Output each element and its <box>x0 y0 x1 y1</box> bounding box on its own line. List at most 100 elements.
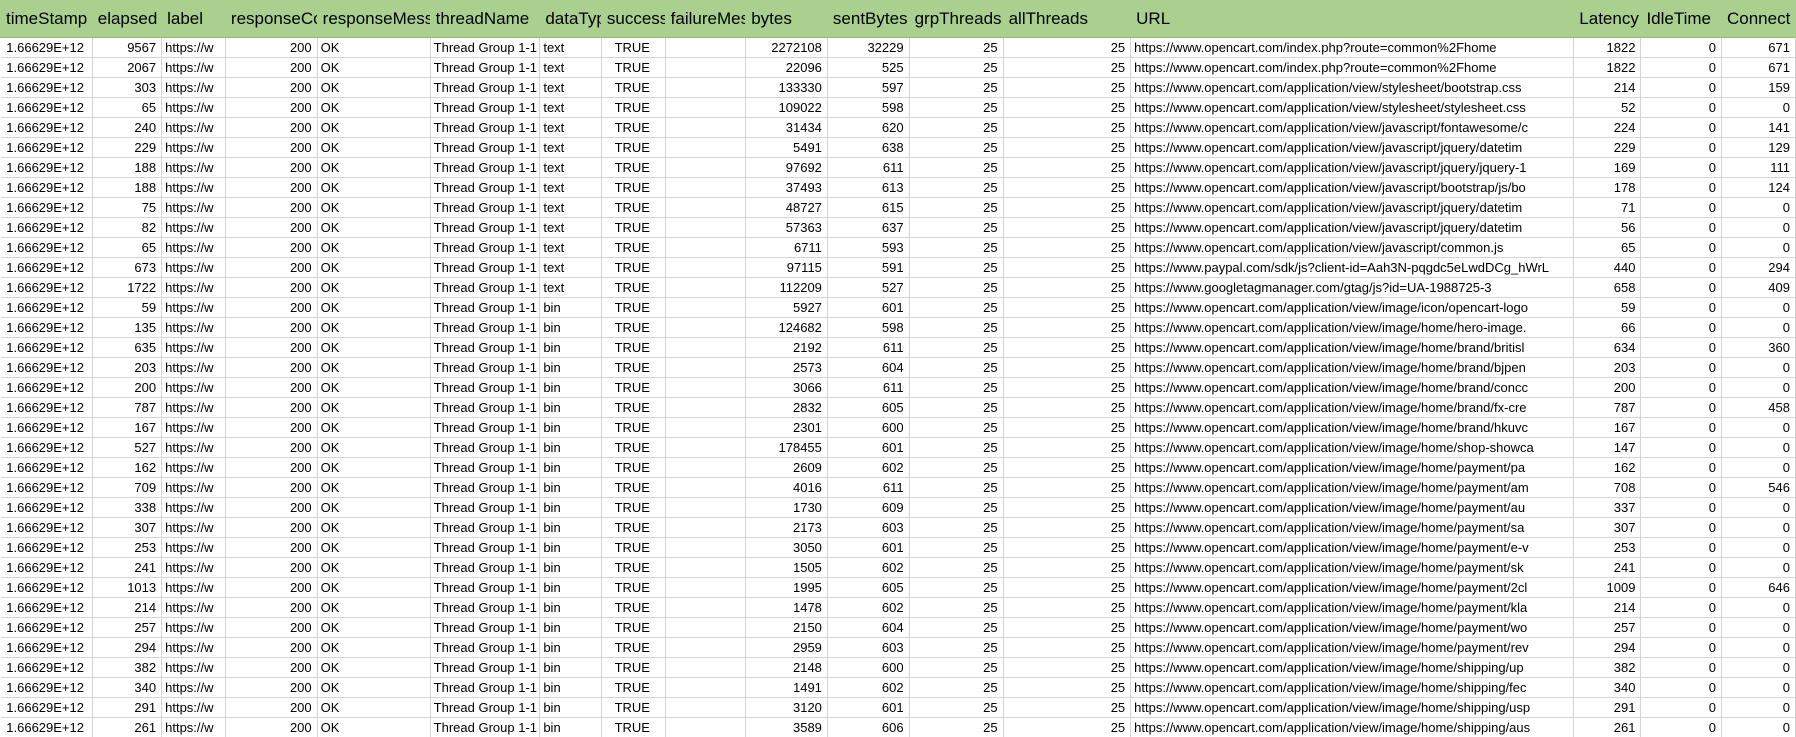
cell-grpthreads[interactable]: 25 <box>909 37 1004 58</box>
cell-datatype[interactable]: bin <box>539 317 602 338</box>
cell-latency[interactable]: 1822 <box>1573 57 1642 78</box>
cell-sentbytes[interactable]: 611 <box>827 337 910 358</box>
cell-bytes[interactable]: 2832 <box>745 397 828 418</box>
cell-responsecode[interactable]: 200 <box>225 117 318 138</box>
cell-bytes[interactable]: 2272108 <box>745 37 828 58</box>
cell-threadname[interactable]: Thread Group 1-1 <box>430 517 541 538</box>
cell-latency[interactable]: 787 <box>1573 397 1642 418</box>
cell-idletime[interactable]: 0 <box>1640 537 1722 558</box>
cell-failuremessage[interactable] <box>665 57 747 78</box>
cell-bytes[interactable]: 1730 <box>745 497 828 518</box>
cell-grpthreads[interactable]: 25 <box>909 177 1004 198</box>
cell-label[interactable]: https://w <box>161 457 226 478</box>
cell-allthreads[interactable]: 25 <box>1003 517 1132 538</box>
cell-threadname[interactable]: Thread Group 1-1 <box>430 457 541 478</box>
cell-idletime[interactable]: 0 <box>1640 37 1722 58</box>
column-header-responsemessage[interactable]: responseMess <box>316 0 431 38</box>
cell-connect[interactable]: 159 <box>1721 77 1796 98</box>
cell-allthreads[interactable]: 25 <box>1003 77 1132 98</box>
cell-grpthreads[interactable]: 25 <box>909 197 1004 218</box>
cell-idletime[interactable]: 0 <box>1640 617 1722 638</box>
cell-threadname[interactable]: Thread Group 1-1 <box>430 337 541 358</box>
cell-sentbytes[interactable]: 598 <box>827 317 910 338</box>
cell-datatype[interactable]: text <box>539 157 602 178</box>
cell-elapsed[interactable]: 673 <box>92 257 163 278</box>
cell-timestamp[interactable]: 1.66629E+12 <box>0 237 93 258</box>
cell-url[interactable]: https://www.opencart.com/application/vie… <box>1130 397 1575 418</box>
cell-idletime[interactable]: 0 <box>1640 297 1722 318</box>
cell-datatype[interactable]: bin <box>539 397 602 418</box>
cell-bytes[interactable]: 2148 <box>745 657 828 678</box>
cell-responsemessage[interactable]: OK <box>317 597 431 618</box>
cell-responsemessage[interactable]: OK <box>317 277 431 298</box>
cell-label[interactable]: https://w <box>161 117 226 138</box>
cell-grpthreads[interactable]: 25 <box>909 597 1004 618</box>
cell-datatype[interactable]: bin <box>539 637 602 658</box>
cell-latency[interactable]: 59 <box>1573 297 1642 318</box>
cell-timestamp[interactable]: 1.66629E+12 <box>0 177 93 198</box>
cell-elapsed[interactable]: 59 <box>92 297 163 318</box>
cell-threadname[interactable]: Thread Group 1-1 <box>430 257 541 278</box>
cell-idletime[interactable]: 0 <box>1640 97 1722 118</box>
cell-responsemessage[interactable]: OK <box>317 137 431 158</box>
cell-bytes[interactable]: 124682 <box>745 317 828 338</box>
cell-timestamp[interactable]: 1.66629E+12 <box>0 197 93 218</box>
cell-latency[interactable]: 66 <box>1573 317 1642 338</box>
cell-url[interactable]: https://www.opencart.com/application/vie… <box>1130 617 1575 638</box>
cell-allthreads[interactable]: 25 <box>1003 157 1132 178</box>
cell-datatype[interactable]: text <box>539 177 602 198</box>
cell-grpthreads[interactable]: 25 <box>909 557 1004 578</box>
cell-datatype[interactable]: bin <box>539 537 602 558</box>
cell-idletime[interactable]: 0 <box>1640 337 1722 358</box>
cell-timestamp[interactable]: 1.66629E+12 <box>0 257 93 278</box>
cell-timestamp[interactable]: 1.66629E+12 <box>0 117 93 138</box>
cell-allthreads[interactable]: 25 <box>1003 97 1132 118</box>
cell-failuremessage[interactable] <box>665 337 747 358</box>
cell-elapsed[interactable]: 75 <box>92 197 163 218</box>
cell-grpthreads[interactable]: 25 <box>909 77 1004 98</box>
cell-failuremessage[interactable] <box>665 597 747 618</box>
cell-threadname[interactable]: Thread Group 1-1 <box>430 97 541 118</box>
cell-allthreads[interactable]: 25 <box>1003 497 1132 518</box>
cell-elapsed[interactable]: 1722 <box>92 277 163 298</box>
cell-idletime[interactable]: 0 <box>1640 237 1722 258</box>
cell-grpthreads[interactable]: 25 <box>909 537 1004 558</box>
cell-threadname[interactable]: Thread Group 1-1 <box>430 117 541 138</box>
cell-datatype[interactable]: text <box>539 257 602 278</box>
cell-failuremessage[interactable] <box>665 37 747 58</box>
cell-timestamp[interactable]: 1.66629E+12 <box>0 597 93 618</box>
cell-datatype[interactable]: bin <box>539 457 602 478</box>
cell-responsemessage[interactable]: OK <box>317 97 431 118</box>
cell-grpthreads[interactable]: 25 <box>909 497 1004 518</box>
cell-grpthreads[interactable]: 25 <box>909 157 1004 178</box>
cell-datatype[interactable]: bin <box>539 437 602 458</box>
cell-datatype[interactable]: text <box>539 37 602 58</box>
cell-connect[interactable]: 0 <box>1721 377 1796 398</box>
cell-responsecode[interactable]: 200 <box>225 77 318 98</box>
cell-label[interactable]: https://w <box>161 617 226 638</box>
cell-datatype[interactable]: text <box>539 97 602 118</box>
cell-latency[interactable]: 229 <box>1573 137 1642 158</box>
cell-sentbytes[interactable]: 602 <box>827 597 910 618</box>
cell-elapsed[interactable]: 1013 <box>92 577 163 598</box>
cell-label[interactable]: https://w <box>161 417 226 438</box>
cell-threadname[interactable]: Thread Group 1-1 <box>430 177 541 198</box>
cell-latency[interactable]: 214 <box>1573 77 1642 98</box>
cell-allthreads[interactable]: 25 <box>1003 417 1132 438</box>
cell-elapsed[interactable]: 214 <box>92 597 163 618</box>
cell-timestamp[interactable]: 1.66629E+12 <box>0 137 93 158</box>
cell-sentbytes[interactable]: 638 <box>827 137 910 158</box>
cell-datatype[interactable]: bin <box>539 717 602 737</box>
cell-success[interactable]: TRUE <box>601 437 666 458</box>
cell-sentbytes[interactable]: 600 <box>827 657 910 678</box>
cell-responsecode[interactable]: 200 <box>225 257 318 278</box>
cell-timestamp[interactable]: 1.66629E+12 <box>0 537 93 558</box>
cell-success[interactable]: TRUE <box>601 637 666 658</box>
cell-timestamp[interactable]: 1.66629E+12 <box>0 497 93 518</box>
cell-failuremessage[interactable] <box>665 537 747 558</box>
cell-grpthreads[interactable]: 25 <box>909 117 1004 138</box>
cell-url[interactable]: https://www.opencart.com/application/vie… <box>1130 717 1575 737</box>
cell-success[interactable]: TRUE <box>601 597 666 618</box>
cell-success[interactable]: TRUE <box>601 577 666 598</box>
cell-failuremessage[interactable] <box>665 417 747 438</box>
